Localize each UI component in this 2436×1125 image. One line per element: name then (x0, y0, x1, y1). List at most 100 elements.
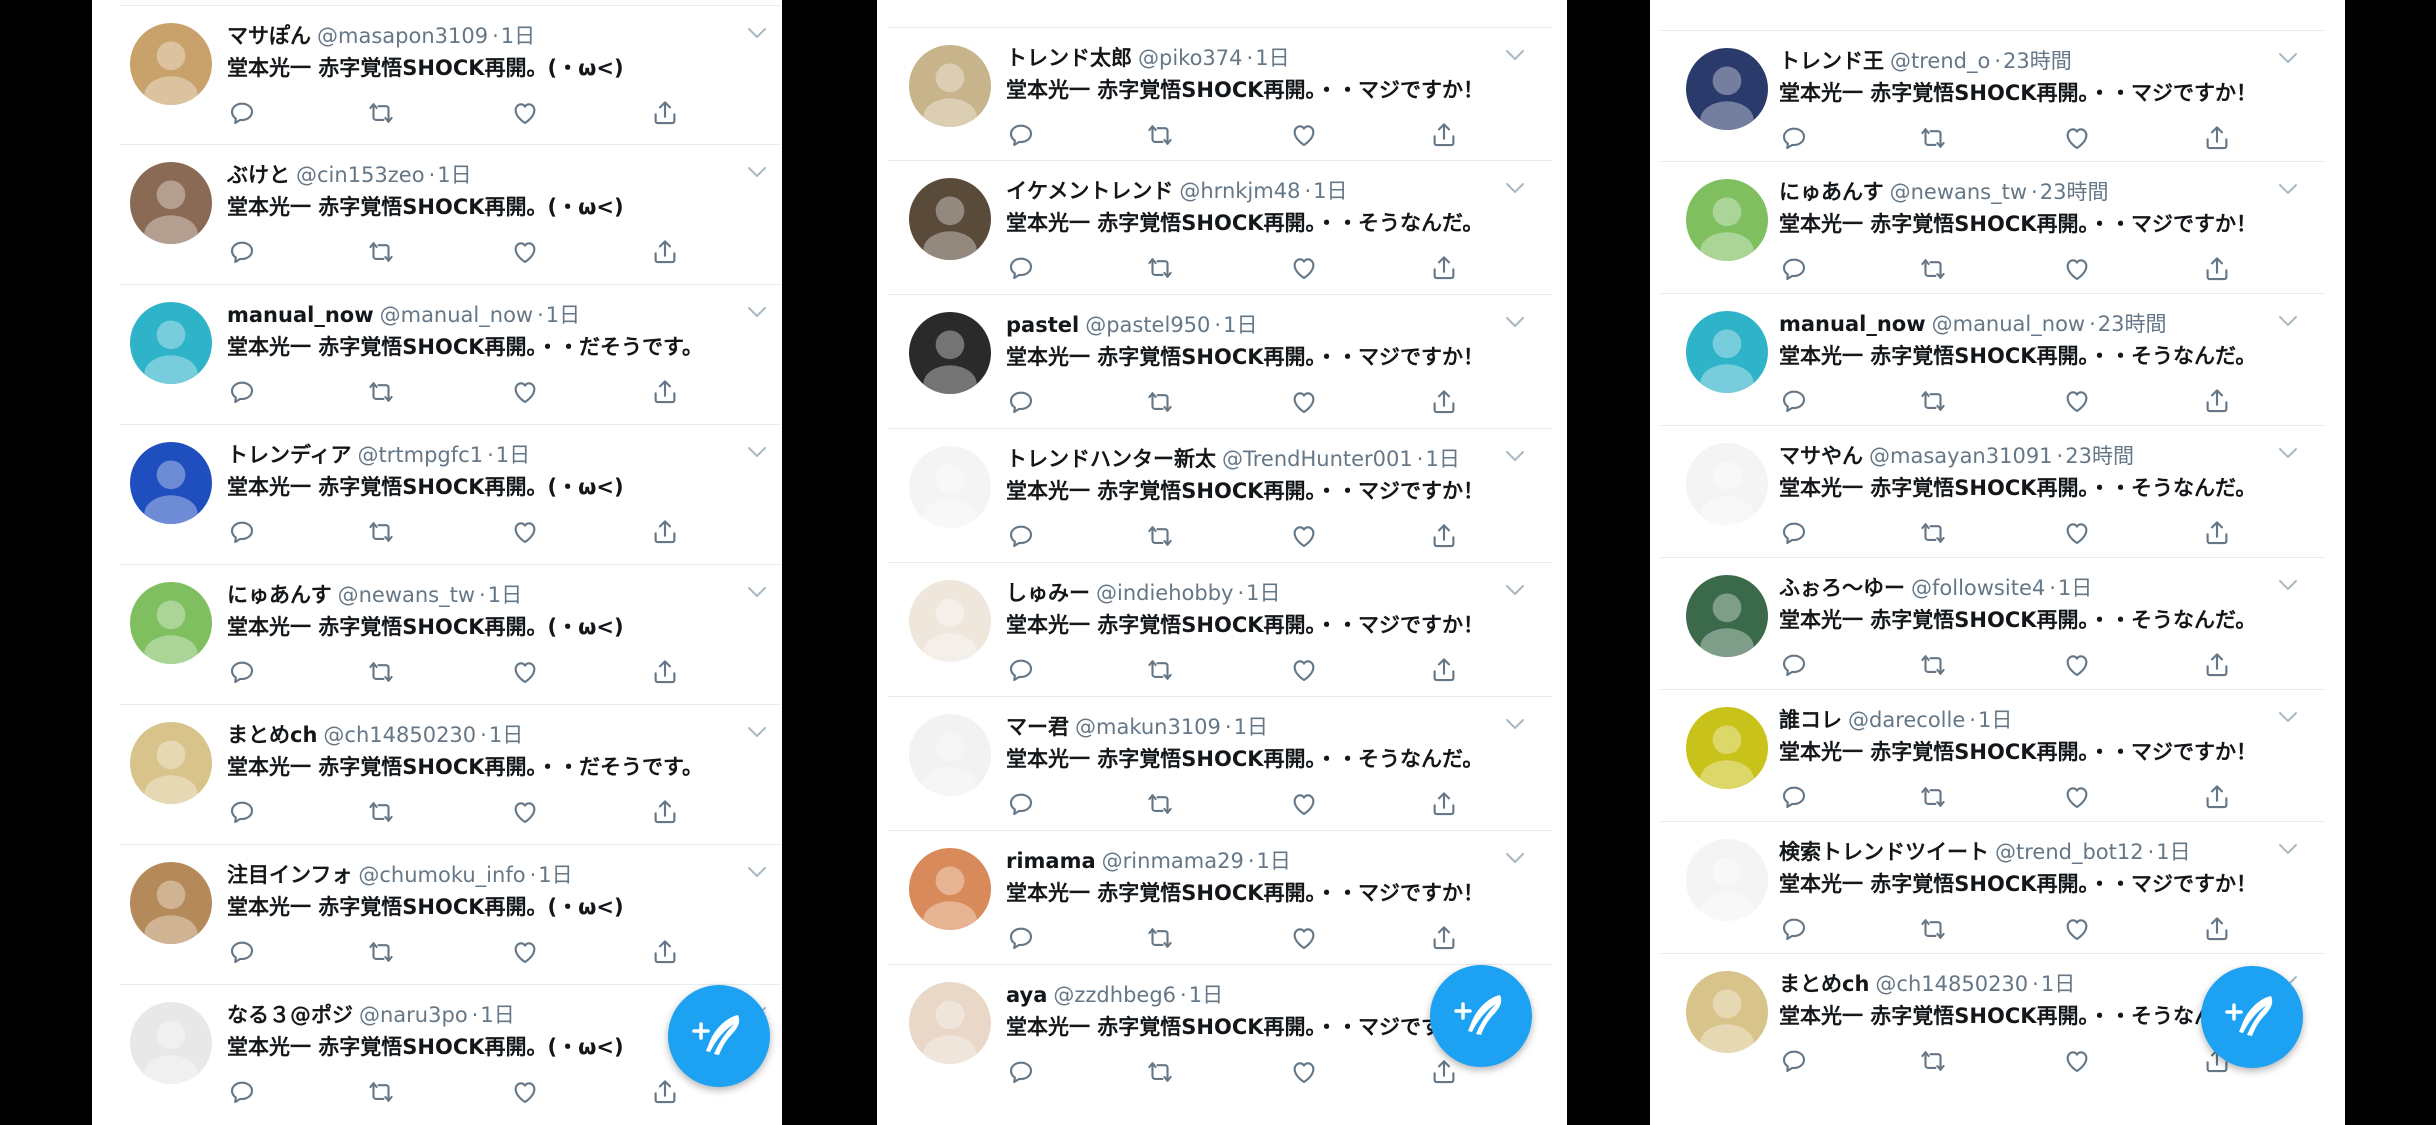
display-name[interactable]: にゅあんす (1779, 180, 1884, 204)
retweet-button[interactable] (366, 937, 396, 967)
like-button[interactable] (510, 98, 540, 128)
like-button[interactable] (510, 797, 540, 827)
reply-button[interactable] (1006, 789, 1036, 819)
like-button[interactable] (1289, 789, 1319, 819)
share-button[interactable] (650, 377, 680, 407)
chevron-down-icon[interactable] (2276, 577, 2300, 593)
chevron-down-icon[interactable] (1503, 448, 1527, 464)
share-button[interactable] (1429, 120, 1459, 150)
avatar[interactable] (1686, 575, 1768, 657)
like-button[interactable] (510, 937, 540, 967)
tweet-item[interactable]: 注目インフォ @chumoku_info ·1日 堂本光一 赤字覚悟SHOCK再開。(… (120, 845, 780, 985)
like-button[interactable] (2062, 518, 2092, 548)
share-button[interactable] (650, 237, 680, 267)
like-button[interactable] (1289, 120, 1319, 150)
retweet-button[interactable] (366, 237, 396, 267)
share-button[interactable] (650, 937, 680, 967)
retweet-button[interactable] (1918, 123, 1948, 153)
chevron-down-icon[interactable] (2276, 709, 2300, 725)
tweet-item[interactable]: しゅみー @indiehobby ·1日 堂本光一 赤字覚悟SHOCK再開。・・マジで… (887, 563, 1552, 697)
like-button[interactable] (2062, 123, 2092, 153)
display-name[interactable]: マサぽん (227, 24, 311, 48)
avatar[interactable] (909, 982, 991, 1064)
tweet-item[interactable]: トレンド王 @trend_o ·23時間 堂本光一 赤字覚悟SHOCK再開。・・マジで… (1660, 30, 2325, 162)
reply-button[interactable] (1006, 253, 1036, 283)
reply-button[interactable] (227, 937, 257, 967)
display-name[interactable]: manual_now (227, 303, 374, 327)
avatar[interactable] (909, 45, 991, 127)
display-name[interactable]: マー君 (1006, 715, 1069, 739)
reply-button[interactable] (1779, 518, 1809, 548)
display-name[interactable]: にゅあんす (227, 583, 332, 607)
retweet-button[interactable] (366, 797, 396, 827)
avatar[interactable] (1686, 707, 1768, 789)
share-button[interactable] (2202, 914, 2232, 944)
avatar[interactable] (909, 714, 991, 796)
retweet-button[interactable] (1145, 1057, 1175, 1087)
retweet-button[interactable] (1145, 923, 1175, 953)
like-button[interactable] (510, 237, 540, 267)
reply-button[interactable] (227, 657, 257, 687)
like-button[interactable] (2062, 254, 2092, 284)
chevron-down-icon[interactable] (745, 25, 769, 41)
display-name[interactable]: なる３@ポジ (227, 1003, 353, 1027)
share-button[interactable] (1429, 253, 1459, 283)
display-name[interactable]: まとめch (1779, 972, 1869, 996)
tweet-item[interactable]: ふぉろ〜ゆー @followsite4·1日 堂本光一 赤字覚悟SHOCK再開。・・… (1660, 558, 2325, 690)
share-button[interactable] (2202, 254, 2232, 284)
like-button[interactable] (1289, 923, 1319, 953)
reply-button[interactable] (227, 98, 257, 128)
reply-button[interactable] (1006, 1057, 1036, 1087)
tweet-item[interactable]: まとめch @ch14850230·1日 堂本光一 赤字覚悟SHOCK再開。・・だそ… (120, 705, 780, 845)
avatar[interactable] (130, 442, 212, 524)
share-button[interactable] (1429, 923, 1459, 953)
share-button[interactable] (1429, 655, 1459, 685)
avatar[interactable] (130, 23, 212, 105)
avatar[interactable] (909, 446, 991, 528)
avatar[interactable] (130, 582, 212, 664)
avatar[interactable] (1686, 839, 1768, 921)
tweet-item[interactable]: 誰コレ @darecolle ·1日 堂本光一 赤字覚悟SHOCK再開。・・マジですか… (1660, 690, 2325, 822)
reply-button[interactable] (227, 237, 257, 267)
avatar[interactable] (909, 178, 991, 260)
chevron-down-icon[interactable] (2276, 50, 2300, 66)
like-button[interactable] (1289, 1057, 1319, 1087)
reply-button[interactable] (1779, 650, 1809, 680)
retweet-button[interactable] (1145, 387, 1175, 417)
display-name[interactable]: トレンドハンター新太 (1006, 447, 1216, 471)
tweet-item[interactable]: manual_now @manual_now ·1日 堂本光一 赤字覚悟SHOCK再開… (120, 285, 780, 425)
display-name[interactable]: 誰コレ (1779, 708, 1842, 732)
retweet-button[interactable] (1145, 120, 1175, 150)
like-button[interactable] (510, 1077, 540, 1107)
reply-button[interactable] (1779, 914, 1809, 944)
avatar[interactable] (130, 162, 212, 244)
display-name[interactable]: まとめch (227, 723, 317, 747)
like-button[interactable] (510, 517, 540, 547)
retweet-button[interactable] (1145, 789, 1175, 819)
reply-button[interactable] (1779, 123, 1809, 153)
reply-button[interactable] (1006, 120, 1036, 150)
avatar[interactable] (909, 580, 991, 662)
reply-button[interactable] (1779, 1046, 1809, 1076)
share-button[interactable] (1429, 789, 1459, 819)
reply-button[interactable] (227, 517, 257, 547)
display-name[interactable]: pastel (1006, 313, 1079, 337)
retweet-button[interactable] (1145, 253, 1175, 283)
retweet-button[interactable] (366, 657, 396, 687)
like-button[interactable] (1289, 655, 1319, 685)
reply-button[interactable] (227, 797, 257, 827)
compose-tweet-button[interactable] (2201, 966, 2303, 1068)
like-button[interactable] (510, 657, 540, 687)
tweet-item[interactable]: pastel @pastel950·1日 堂本光一 赤字覚悟SHOCK再開。・・マジ… (887, 295, 1552, 429)
retweet-button[interactable] (1145, 521, 1175, 551)
chevron-down-icon[interactable] (745, 164, 769, 180)
chevron-down-icon[interactable] (745, 724, 769, 740)
tweet-item[interactable]: manual_now @manual_now ·23時間 堂本光一 赤字覚悟SHOCK… (1660, 294, 2325, 426)
like-button[interactable] (2062, 650, 2092, 680)
like-button[interactable] (1289, 253, 1319, 283)
tweet-item[interactable]: マサぽん @masapon3109·1日 堂本光一 赤字覚悟SHOCK再開。(・ω<… (120, 5, 780, 145)
share-button[interactable] (650, 657, 680, 687)
like-button[interactable] (1289, 387, 1319, 417)
avatar[interactable] (1686, 971, 1768, 1053)
share-button[interactable] (2202, 518, 2232, 548)
